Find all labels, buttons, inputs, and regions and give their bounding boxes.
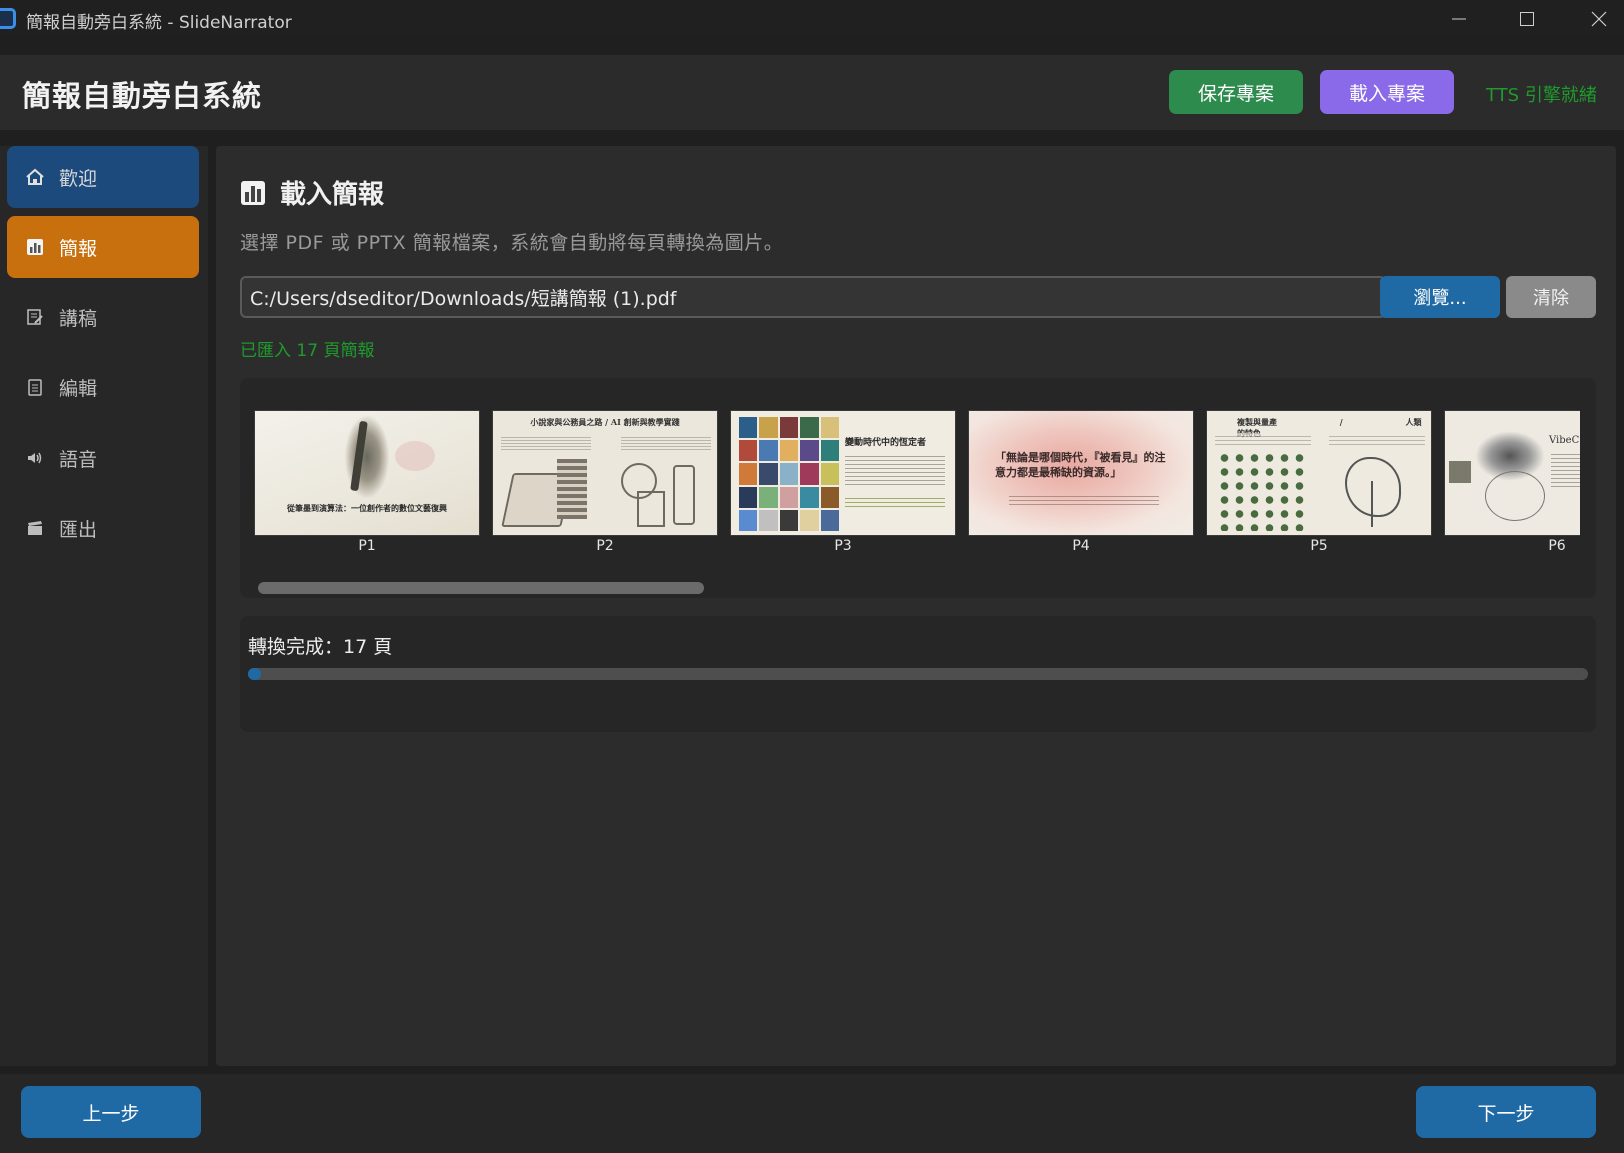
slide-thumbnail[interactable]: 複製與量產 / 人類的特色 P5 xyxy=(1206,410,1432,560)
sidebar-item-slides[interactable]: 簡報 xyxy=(7,216,199,278)
file-path-input[interactable] xyxy=(240,276,1386,318)
browse-button[interactable]: 瀏覽... xyxy=(1380,276,1500,318)
load-project-button[interactable]: 載入專案 xyxy=(1320,70,1454,114)
sidebar-item-label: 講稿 xyxy=(59,307,98,330)
slide-thumbnail[interactable]: VibeC P6 xyxy=(1444,410,1580,560)
notepad-icon xyxy=(24,376,46,398)
page-title: 載入簡報 xyxy=(280,180,385,210)
scrollbar-thumb[interactable] xyxy=(258,582,704,594)
slide-image: 小說家與公務員之路 / AI 創新與教學實踐 xyxy=(492,410,718,536)
close-button[interactable] xyxy=(1564,0,1624,37)
thumbnail-panel: 從筆墨到演算法：一位創作者的數位文藝復興 P1 小說家與公務員之路 / AI 創… xyxy=(240,378,1596,598)
progress-panel: 轉換完成：17 頁 xyxy=(240,616,1596,732)
slide-text: VibeC xyxy=(1549,435,1580,446)
close-icon xyxy=(1591,11,1607,26)
slide-thumbnail[interactable]: 變動時代中的恆定者 P3 xyxy=(730,410,956,560)
sidebar-item-label: 匯出 xyxy=(59,518,98,541)
section-title: 載入簡報 xyxy=(240,174,384,211)
progress-label: 轉換完成：17 頁 xyxy=(248,636,393,658)
sidebar: 歡迎 簡報 講稿 編輯 語音 匯出 xyxy=(0,146,208,1066)
slide-thumbnail[interactable]: 從筆墨到演算法：一位創作者的數位文藝復興 P1 xyxy=(254,410,480,560)
tts-status-label: TTS 引擎就緒 xyxy=(1486,85,1597,106)
script-edit-icon xyxy=(24,306,46,328)
sidebar-item-edit[interactable]: 編輯 xyxy=(7,356,199,418)
sidebar-item-voice[interactable]: 語音 xyxy=(7,427,199,489)
sidebar-item-script[interactable]: 講稿 xyxy=(7,286,199,348)
slide-image: 「無論是哪個時代，『被看見』的注意力都是最稀缺的資源。」 xyxy=(968,410,1194,536)
sidebar-item-welcome[interactable]: 歡迎 xyxy=(7,146,199,208)
home-icon xyxy=(24,166,46,188)
sidebar-item-label: 簡報 xyxy=(59,237,98,260)
thumbnail-scrollbar[interactable] xyxy=(258,582,1578,594)
slide-image: 變動時代中的恆定者 xyxy=(730,410,956,536)
slide-image: 複製與量產 / 人類的特色 xyxy=(1206,410,1432,536)
progress-bar xyxy=(248,668,1588,680)
slide-text: 從筆墨到演算法：一位創作者的數位文藝復興 xyxy=(287,503,447,513)
slide-text: 變動時代中的恆定者 xyxy=(845,438,927,448)
page-description: 選擇 PDF 或 PPTX 簡報檔案，系統會自動將每頁轉換為圖片。 xyxy=(240,232,784,254)
minimize-icon xyxy=(1452,18,1466,19)
slide-caption: P3 xyxy=(834,538,852,554)
footer-bar: 上一步 下一步 xyxy=(0,1074,1624,1153)
slide-caption: P1 xyxy=(358,538,376,554)
maximize-icon xyxy=(1520,11,1534,26)
slide-image: VibeC xyxy=(1444,410,1580,536)
app-logo-icon xyxy=(0,8,16,29)
window-title: 簡報自動旁白系統 - SlideNarrator xyxy=(26,13,292,33)
maximize-button[interactable] xyxy=(1492,0,1562,37)
bar-chart-icon xyxy=(24,236,46,258)
slide-thumbnail[interactable]: 「無論是哪個時代，『被看見』的注意力都是最稀缺的資源。」 P4 xyxy=(968,410,1194,560)
app-heading: 簡報自動旁白系統 xyxy=(22,79,263,113)
sidebar-item-label: 編輯 xyxy=(59,377,98,400)
sidebar-item-label: 語音 xyxy=(59,448,98,471)
import-status-label: 已匯入 17 頁簡報 xyxy=(240,341,375,361)
minimize-button[interactable] xyxy=(1424,0,1494,37)
slide-caption: P5 xyxy=(1310,538,1328,554)
main-panel: 載入簡報 選擇 PDF 或 PPTX 簡報檔案，系統會自動將每頁轉換為圖片。 瀏… xyxy=(216,146,1616,1066)
next-step-button[interactable]: 下一步 xyxy=(1416,1086,1596,1138)
previous-step-button[interactable]: 上一步 xyxy=(21,1086,201,1138)
slide-image: 從筆墨到演算法：一位創作者的數位文藝復興 xyxy=(254,410,480,536)
clear-button[interactable]: 清除 xyxy=(1506,276,1596,318)
title-bar: 簡報自動旁白系統 - SlideNarrator xyxy=(0,0,1624,37)
save-project-button[interactable]: 保存專案 xyxy=(1169,70,1303,114)
thumbnail-strip: 從筆墨到演算法：一位創作者的數位文藝復興 P1 小說家與公務員之路 / AI 創… xyxy=(254,410,1580,560)
bar-chart-icon xyxy=(241,180,265,205)
slide-caption: P4 xyxy=(1072,538,1090,554)
clapperboard-icon xyxy=(24,517,46,539)
speaker-icon xyxy=(24,447,46,469)
sidebar-item-export[interactable]: 匯出 xyxy=(7,497,199,559)
slide-text: 小說家與公務員之路 / AI 創新與教學實踐 xyxy=(530,417,680,427)
slide-caption: P2 xyxy=(596,538,614,554)
slide-caption: P6 xyxy=(1548,538,1566,554)
sidebar-item-label: 歡迎 xyxy=(59,167,98,190)
slide-thumbnail[interactable]: 小說家與公務員之路 / AI 創新與教學實踐 P2 xyxy=(492,410,718,560)
slide-text: 「無論是哪個時代，『被看見』的注意力都是最稀缺的資源。」 xyxy=(995,451,1166,479)
app-header: 簡報自動旁白系統 保存專案 載入專案 TTS 引擎就緒 xyxy=(0,55,1624,130)
progress-bar-fill xyxy=(248,668,261,680)
